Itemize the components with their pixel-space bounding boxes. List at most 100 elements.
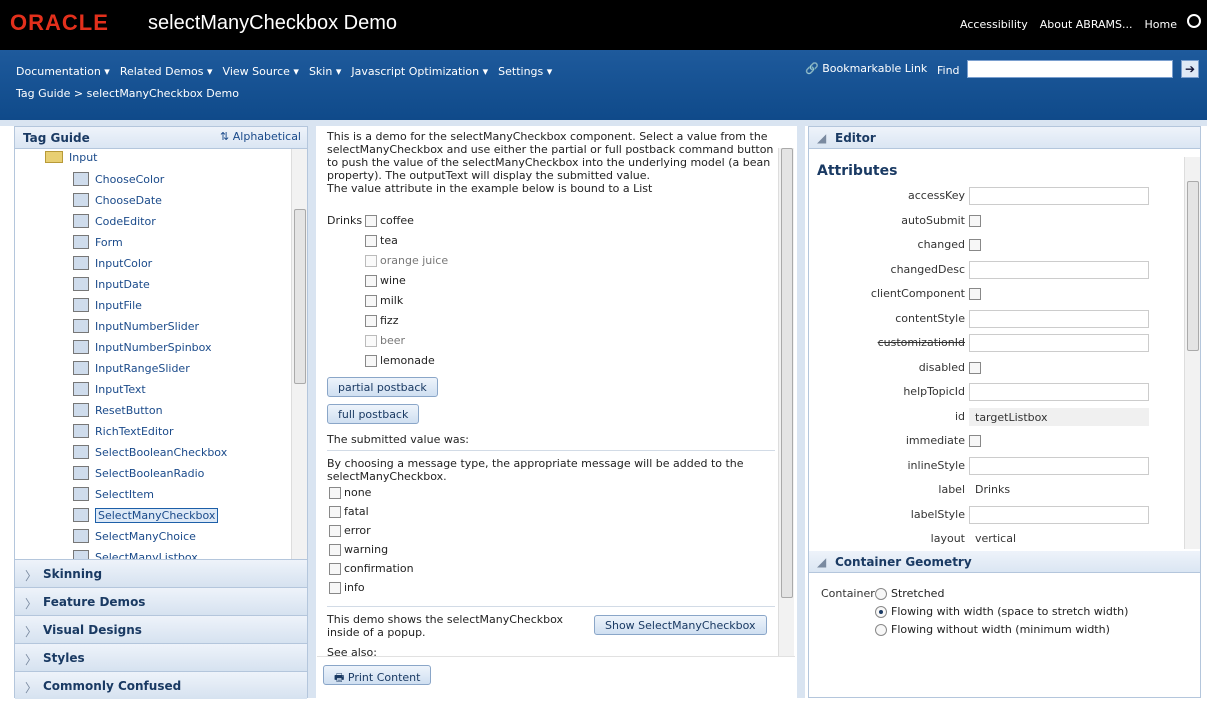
message-type-option[interactable]: error <box>329 524 371 537</box>
tree-item[interactable]: InputColor <box>73 253 152 273</box>
accordion-feature-demos[interactable]: 〉 Feature Demos <box>15 587 307 615</box>
tree-item[interactable]: CodeEditor <box>73 211 156 231</box>
attribute-input[interactable] <box>969 309 1149 328</box>
tree-item[interactable]: ResetButton <box>73 400 163 420</box>
drink-option[interactable]: fizz <box>365 314 398 327</box>
tree-item[interactable]: SelectManyChoice <box>73 526 196 546</box>
accordion-styles[interactable]: 〉 Styles <box>15 643 307 671</box>
radio-button[interactable] <box>875 587 887 600</box>
tree-item[interactable]: InputFile <box>73 295 142 315</box>
tree-item[interactable]: ChooseColor <box>73 169 164 189</box>
find-go-button[interactable]: ➔ <box>1181 60 1199 78</box>
attribute-checkbox[interactable] <box>969 239 981 251</box>
show-selectmanycheckbox-button[interactable]: Show SelectManyCheckbox <box>594 615 767 635</box>
attribute-input[interactable] <box>969 334 1149 352</box>
message-type-option[interactable]: none <box>329 486 371 499</box>
attributes-scroll-thumb[interactable] <box>1187 181 1199 351</box>
user-icon[interactable] <box>1187 14 1201 28</box>
tree-item[interactable]: InputDate <box>73 274 150 294</box>
menu-skin[interactable]: Skin ▾ <box>309 65 341 78</box>
tree-item[interactable]: SelectBooleanCheckbox <box>73 442 227 462</box>
tree-scroll-thumb[interactable] <box>294 209 306 384</box>
find-input[interactable] <box>967 60 1173 78</box>
drink-option[interactable]: tea <box>365 234 398 247</box>
accordion-skinning[interactable]: 〉 Skinning <box>15 559 307 587</box>
message-checkbox[interactable] <box>329 562 341 575</box>
attribute-value[interactable]: vertical <box>975 532 1016 545</box>
geometry-radio-option[interactable]: Flowing without width (minimum width) <box>875 623 1110 636</box>
content-scroll-thumb[interactable] <box>781 148 793 598</box>
accessibility-link[interactable]: Accessibility <box>960 18 1028 31</box>
radio-button[interactable] <box>875 623 887 636</box>
home-link[interactable]: Home <box>1145 18 1177 31</box>
tree-item[interactable]: SelectManyListbox <box>73 547 198 559</box>
full-postback-button[interactable]: full postback <box>327 404 420 424</box>
drink-option[interactable]: milk <box>365 294 403 307</box>
attribute-input[interactable] <box>969 505 1149 524</box>
drink-checkbox[interactable] <box>365 234 377 247</box>
about-link[interactable]: About ABRAMS... <box>1040 18 1133 31</box>
tree-item[interactable]: SelectBooleanRadio <box>73 463 204 483</box>
alphabetical-button[interactable]: ⇅ Alphabetical <box>220 130 301 143</box>
drink-option[interactable]: coffee <box>365 214 414 227</box>
breadcrumb[interactable]: Tag Guide > selectManyCheckbox Demo <box>16 87 239 100</box>
bookmarkable-link[interactable]: 🔗 Bookmarkable Link <box>805 62 927 75</box>
menu-settings[interactable]: Settings ▾ <box>498 65 552 78</box>
menu-related-demos[interactable]: Related Demos ▾ <box>120 65 213 78</box>
tree-item[interactable]: InputNumberSlider <box>73 316 199 336</box>
print-content-button[interactable]: 🖶 Print Content <box>323 665 432 685</box>
editor-header[interactable]: ◢ Editor <box>809 127 1200 149</box>
menu-documentation[interactable]: Documentation ▾ <box>16 65 110 78</box>
content-scrollbar[interactable] <box>778 148 794 668</box>
geometry-radio-option[interactable]: Stretched <box>875 587 944 600</box>
tree-folder-input[interactable]: Input <box>45 149 97 165</box>
attributes-scrollbar[interactable] <box>1184 157 1200 549</box>
tree-item[interactable]: ChooseDate <box>73 190 162 210</box>
tree-item[interactable]: Form <box>73 232 123 252</box>
menu-javascript-optimization[interactable]: Javascript Optimization ▾ <box>351 65 488 78</box>
attribute-input[interactable] <box>969 260 1149 279</box>
attribute-checkbox[interactable] <box>969 435 981 447</box>
tree-item[interactable]: InputNumberSpinbox <box>73 337 212 357</box>
tree-item[interactable]: SelectManyCheckbox <box>73 505 219 525</box>
attribute-checkbox[interactable] <box>969 361 981 374</box>
tree-item[interactable]: RichTextEditor <box>73 421 174 441</box>
container-geometry-header[interactable]: ◢ Container Geometry <box>809 551 1200 573</box>
attribute-checkbox[interactable] <box>969 288 981 300</box>
accordion-commonly-confused[interactable]: 〉 Commonly Confused <box>15 671 307 699</box>
attribute-input[interactable] <box>969 456 1149 475</box>
message-checkbox[interactable] <box>329 486 341 499</box>
message-type-option[interactable]: info <box>329 581 365 594</box>
tree-item[interactable]: SelectItem <box>73 484 154 504</box>
radio-button[interactable] <box>875 605 887 618</box>
drink-checkbox[interactable] <box>365 354 377 367</box>
drink-checkbox[interactable] <box>365 294 377 307</box>
attribute-input[interactable] <box>969 383 1149 401</box>
tree-item[interactable]: InputRangeSlider <box>73 358 190 378</box>
message-type-option[interactable]: confirmation <box>329 562 414 575</box>
message-checkbox[interactable] <box>329 543 341 556</box>
message-type-option[interactable]: warning <box>329 543 388 556</box>
drink-option[interactable]: lemonade <box>365 354 435 367</box>
tree-scrollbar[interactable] <box>291 149 307 559</box>
drink-checkbox[interactable] <box>365 214 377 227</box>
message-checkbox[interactable] <box>329 524 341 537</box>
attribute-input[interactable] <box>969 187 1149 205</box>
message-type-option[interactable]: fatal <box>329 505 369 518</box>
drink-option[interactable]: wine <box>365 274 406 287</box>
left-splitter[interactable] <box>308 126 316 698</box>
attribute-value[interactable]: Drinks <box>975 483 1010 496</box>
menu-view-source[interactable]: View Source ▾ <box>223 65 299 78</box>
partial-postback-button[interactable]: partial postback <box>327 377 438 397</box>
message-checkbox[interactable] <box>329 581 341 594</box>
geometry-radio-option[interactable]: Flowing with width (space to stretch wid… <box>875 605 1128 618</box>
tree-item[interactable]: InputText <box>73 379 146 399</box>
right-splitter[interactable] <box>797 126 805 698</box>
drink-checkbox[interactable] <box>365 274 377 287</box>
message-checkbox[interactable] <box>329 505 341 518</box>
accordion-label: Skinning <box>43 567 103 581</box>
drink-checkbox[interactable] <box>365 314 377 327</box>
attribute-checkbox[interactable] <box>969 214 981 227</box>
accordion-visual-designs[interactable]: 〉 Visual Designs <box>15 615 307 643</box>
chevron-right-icon: 〉 <box>25 681 38 695</box>
